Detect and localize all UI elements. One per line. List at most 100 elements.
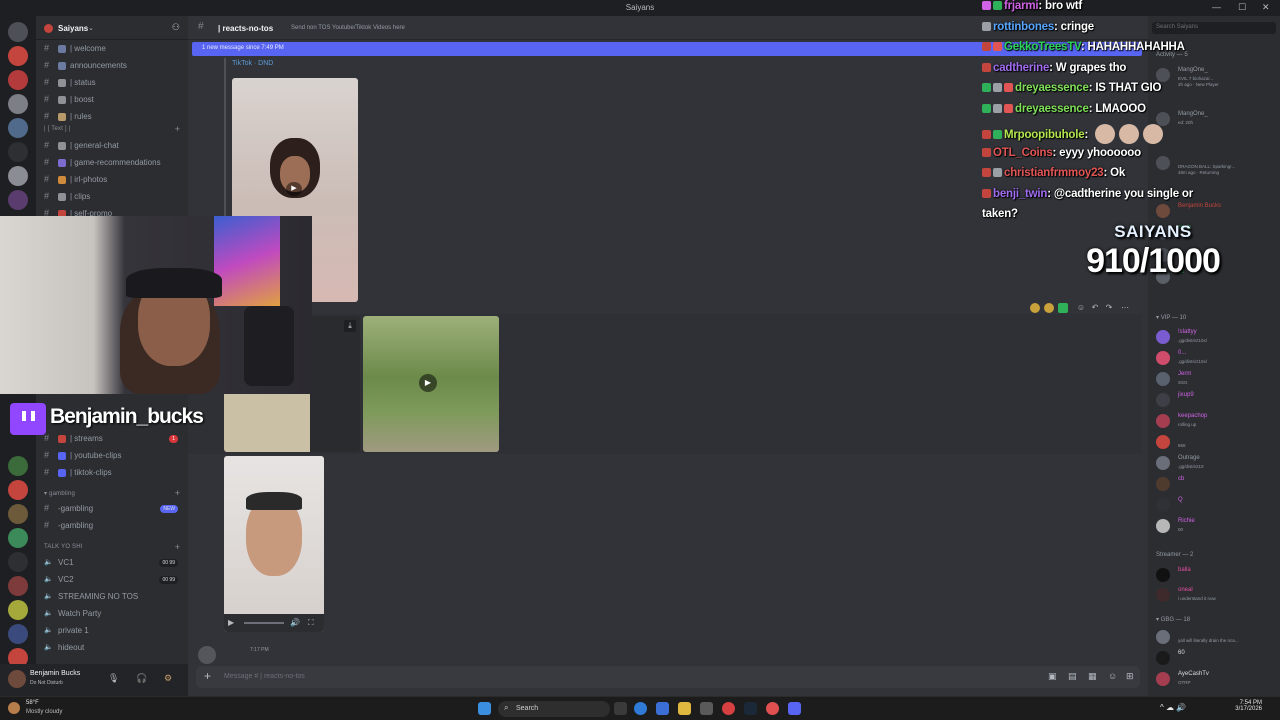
play-icon[interactable]: ▶ [228,618,234,627]
member-item[interactable]: 0... .gg/district10xl [1156,349,1280,367]
channel-item[interactable]: # | general-chat [42,139,182,153]
user-name[interactable]: Benjamin Bucks [30,670,80,677]
gif-icon[interactable]: ▤ [1068,671,1077,682]
server-icon[interactable] [8,46,28,66]
server-icon[interactable] [8,70,28,90]
channel-item[interactable]: # -gambling NEW [42,502,182,516]
settings-gear-icon[interactable]: ⚙ [164,673,172,684]
emoji-icon[interactable]: ☺ [1108,671,1117,681]
play-icon[interactable]: ▶ [419,374,437,392]
channel-item[interactable]: # | tiktok-clips [42,466,182,480]
server-icon[interactable] [8,118,28,138]
server-icon[interactable] [8,166,28,186]
channel-item[interactable]: # -gambling [42,519,182,533]
video-progress-bar[interactable] [244,622,284,624]
microphone-icon[interactable]: 🎙 [108,673,119,684]
weather-icon[interactable] [8,702,20,714]
embed-provider-label[interactable]: TikTok · DND [232,60,273,67]
channel-item[interactable]: 🔈 STREAMING NO TOS [42,590,182,604]
server-icon[interactable] [8,576,28,596]
forward-icon[interactable]: ↷ [1104,303,1114,313]
server-icon[interactable] [8,600,28,620]
tray-icons[interactable]: ^ ☁ 🔊 [1160,703,1186,712]
message-input[interactable]: Message # | reacts-no-tos [224,673,305,680]
category-voice[interactable]: TALK YO SHI [44,544,83,550]
channel-item[interactable]: # | irl-photos [42,173,182,187]
member-item[interactable]: 666 [1156,433,1280,451]
channel-item[interactable]: # | boost [42,93,182,107]
channel-item[interactable]: # announcements [42,59,182,73]
channel-item[interactable]: # | clips [42,190,182,204]
channel-item[interactable]: 🔈 hideout [42,641,182,655]
category-text[interactable]: | [ Text ] | [44,126,70,132]
member-item[interactable]: balla [1156,566,1280,584]
task-view-icon[interactable] [614,702,627,715]
steam-icon[interactable] [744,702,757,715]
user-avatar[interactable] [8,670,26,688]
server-icon[interactable] [8,504,28,524]
channel-item[interactable]: # | status [42,76,182,90]
fullscreen-icon[interactable]: ⛶ [308,618,314,628]
member-item[interactable]: Jerm SSG [1156,370,1280,388]
server-icon[interactable] [8,456,28,476]
server-icon[interactable] [8,94,28,114]
member-item[interactable]: !slattyy .gg/district10xl [1156,328,1280,346]
file-explorer-icon[interactable] [678,702,691,715]
add-channel-icon[interactable]: + [175,488,180,498]
message-composer[interactable]: + Message # | reacts-no-tos ▣ ▤ ▦ ☺ ⊞ [196,666,1140,688]
channel-item[interactable]: 🔈 private 1 [42,624,182,638]
add-reaction-icon[interactable]: ☺ [1076,303,1086,313]
member-item[interactable]: Q [1156,496,1280,514]
gift-icon[interactable]: ▣ [1048,671,1057,682]
message-avatar[interactable] [198,646,216,664]
channel-item[interactable]: # | game-recommendations [42,156,182,170]
member-item[interactable]: keepachop rolling up [1156,412,1280,430]
taskbar-search[interactable]: ⌕ Search [498,701,610,717]
add-channel-icon[interactable]: + [175,124,180,134]
server-icon[interactable] [8,190,28,210]
member-item[interactable]: Outrage .gg/district10 [1156,454,1280,472]
video-embed[interactable]: ▶ 🔊 ⛶ [224,456,324,632]
channel-item[interactable]: 🔈 VC1 00 99 [42,556,182,570]
member-item[interactable]: AyeCashTv OTRP [1156,670,1280,688]
download-icon[interactable]: ⤓ [344,320,356,332]
category-gambling[interactable]: ▾ gambling [44,490,75,497]
taskbar-clock[interactable]: 7:54 PM 3/17/2026 [1222,700,1262,712]
channel-item[interactable]: 🔈 Watch Party [42,607,182,621]
member-item[interactable]: 60 [1156,649,1280,667]
server-icon[interactable] [8,480,28,500]
server-icon[interactable] [8,624,28,644]
channel-item[interactable]: # | youtube-clips [42,449,182,463]
more-options-icon[interactable]: ⋯ [1120,303,1130,313]
obs-icon[interactable] [766,702,779,715]
settings-icon[interactable] [700,702,713,715]
server-icon[interactable] [8,142,28,162]
add-member-icon[interactable]: ⚇ [172,22,180,33]
edge-icon[interactable] [634,702,647,715]
volume-icon[interactable]: 🔊 [290,618,300,627]
member-item[interactable]: oneal i understand it now [1156,586,1280,604]
copilot-icon[interactable] [656,702,669,715]
reaction-emoji-icon[interactable] [1030,303,1040,313]
channel-item[interactable]: 🔈 VC2 00 99 [42,573,182,587]
add-attachment-icon[interactable]: + [204,669,211,683]
weather-temperature[interactable]: 58°F [26,700,39,706]
channel-topic[interactable]: Send non TOS Youtube/Tiktok Videos here [291,25,405,31]
server-icon[interactable] [8,552,28,572]
direct-messages-icon[interactable] [8,22,28,42]
member-item[interactable]: cb [1156,475,1280,493]
add-channel-icon[interactable]: + [175,542,180,552]
discord-icon[interactable] [788,702,801,715]
reaction-emoji-icon[interactable] [1044,303,1054,313]
headphones-icon[interactable]: 🎧 [136,673,147,684]
play-icon[interactable]: ▶ [286,182,302,196]
sticker-icon[interactable]: ▦ [1088,671,1097,682]
start-icon[interactable] [478,702,491,715]
member-item[interactable]: Richie 00 [1156,517,1280,535]
video-embed[interactable]: ▶ [363,316,499,452]
member-item[interactable]: jixup9 [1156,391,1280,409]
reaction-check-icon[interactable] [1058,303,1068,313]
apps-icon[interactable]: ⊞ [1126,671,1134,682]
chrome-icon[interactable] [722,702,735,715]
member-item[interactable]: yall will literally drain the nca... [1156,628,1280,646]
